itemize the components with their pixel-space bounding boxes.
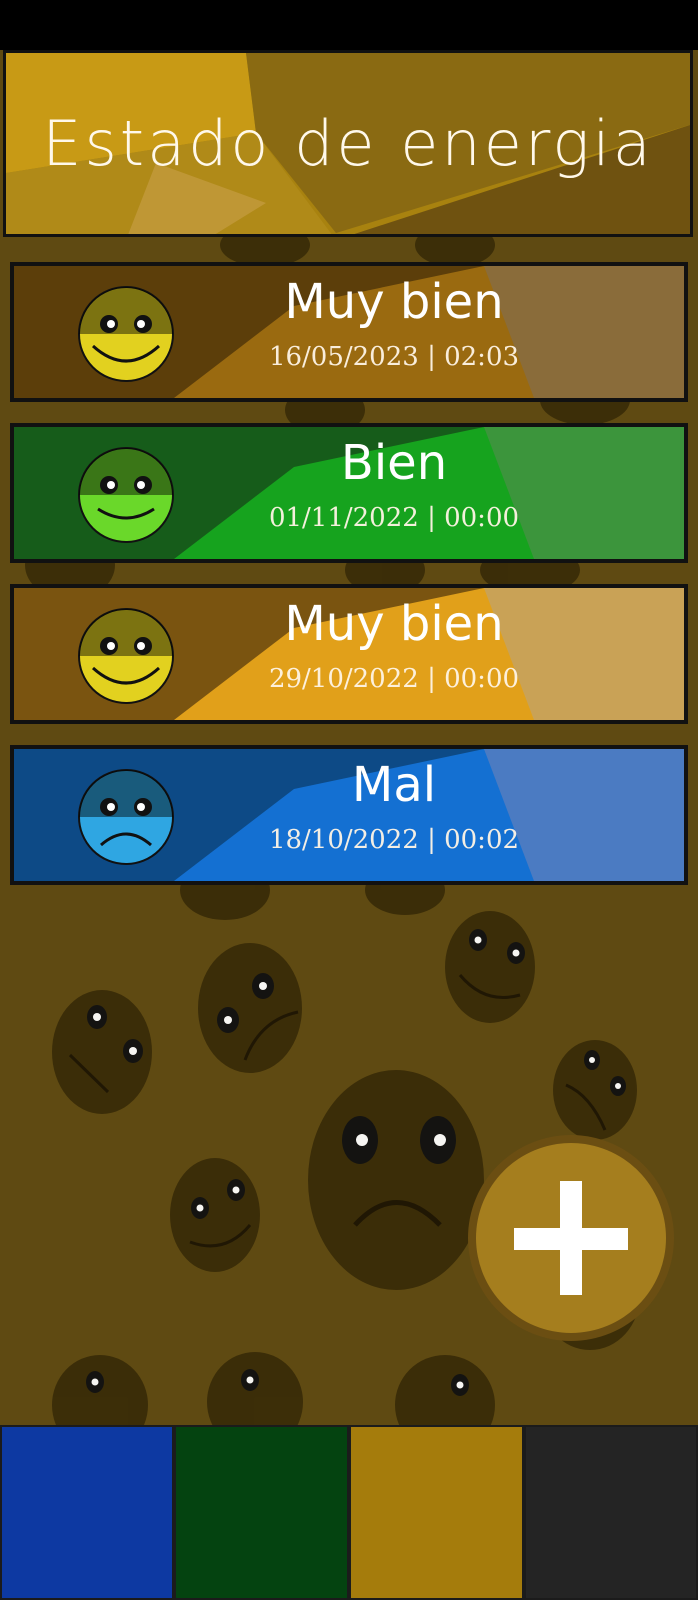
- entry-datetime: 16/05/2023 | 02:03: [268, 342, 520, 372]
- nav-tab-blue[interactable]: [0, 1425, 174, 1600]
- happy-face-icon: [78, 608, 174, 704]
- nav-tab-gold[interactable]: [349, 1425, 524, 1600]
- mood-label: Mal: [351, 757, 437, 813]
- energy-entry[interactable]: Mal 18/10/2022 | 00:02: [10, 745, 688, 885]
- mood-label: Muy bien: [284, 274, 504, 330]
- nav-tab-dark[interactable]: [524, 1425, 698, 1600]
- nav-tab-green[interactable]: [174, 1425, 349, 1600]
- mood-label: Muy bien: [284, 596, 504, 652]
- entry-datetime: 18/10/2022 | 00:02: [268, 825, 520, 855]
- status-bar: [0, 0, 698, 50]
- happy-face-icon: [78, 286, 174, 382]
- energy-entry[interactable]: Muy bien 16/05/2023 | 02:03: [10, 262, 688, 402]
- add-entry-button[interactable]: [476, 1143, 666, 1333]
- page-title: Estado de energia: [42, 107, 654, 180]
- energy-entry[interactable]: Muy bien 29/10/2022 | 00:00: [10, 584, 688, 724]
- energy-entry[interactable]: Bien 01/11/2022 | 00:00: [10, 423, 688, 563]
- mood-label: Bien: [340, 435, 448, 491]
- app-header: Estado de energia: [3, 50, 693, 237]
- sad-face-icon: [78, 769, 174, 865]
- smile-face-icon: [78, 447, 174, 543]
- bottom-navigation: [0, 1425, 698, 1600]
- entry-datetime: 29/10/2022 | 00:00: [268, 664, 520, 694]
- app-screen: Estado de energia Muy bien 16/05/2023 | …: [0, 0, 698, 1600]
- entry-datetime: 01/11/2022 | 00:00: [268, 503, 520, 533]
